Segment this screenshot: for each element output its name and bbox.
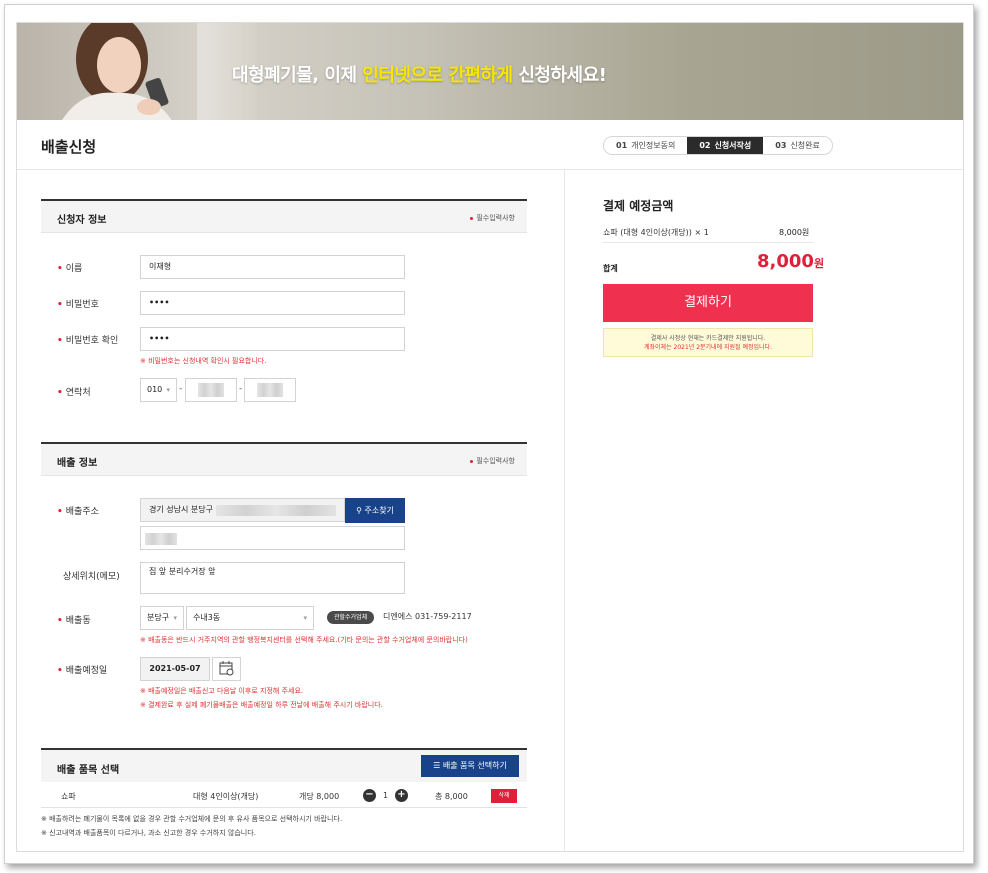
password-confirm-input[interactable]: •••• xyxy=(140,327,405,351)
chevron-down-icon: ▾ xyxy=(173,614,177,622)
address-input[interactable]: 경기 성남시 분당구 xyxy=(140,498,345,522)
page-title: 배출신청 xyxy=(41,138,97,156)
address-search-button[interactable]: ⚲ 주소찾기 xyxy=(345,498,405,523)
date-input[interactable]: 2021-05-07 xyxy=(140,657,210,681)
delete-item-button[interactable]: 삭제 xyxy=(491,789,517,803)
section-title: 신청자 정보 xyxy=(57,215,107,226)
column-divider xyxy=(564,170,565,851)
step-indicator: 01 개인정보동의 02 신청서작성 03 신청완료 xyxy=(603,136,833,155)
decrease-quantity-button[interactable]: − xyxy=(363,789,376,802)
items-note-2: ※ 신고내역과 배출품목이 다르거나, 과소 신고한 경우 수거하지 않습니다. xyxy=(41,829,256,837)
blurred-text xyxy=(145,533,177,545)
required-note: 필수입력사항 xyxy=(470,213,515,223)
name-input[interactable]: 이재형 xyxy=(140,255,405,279)
payment-item-price: 8,000원 xyxy=(779,228,810,237)
calendar-button[interactable] xyxy=(212,657,241,681)
item-spec: 대형 4인이상(개당) xyxy=(193,792,259,801)
increase-quantity-button[interactable]: + xyxy=(395,789,408,802)
item-row: 쇼파 대형 4인이상(개당) 개당 8,000 − 1 + 총 8,000 삭제 xyxy=(41,784,527,808)
hero-banner: 대형폐기물, 이제 인터넷으로 간편하게 신청하세요! xyxy=(17,23,963,120)
woman-with-phone-image xyxy=(62,23,172,120)
banner-headline-highlight: 인터넷으로 간편하게 xyxy=(362,65,513,86)
address-label: • 배출주소 xyxy=(57,507,99,517)
name-label: • 이름 xyxy=(57,264,83,274)
collector-badge: 관할수거업체 xyxy=(327,611,375,624)
phone-middle-input[interactable] xyxy=(185,378,237,402)
total-amount: 8,000원 xyxy=(757,251,825,272)
payment-note: 결제사 사정상 현재는 카드결제만 지원됩니다. 계좌이체는 2021년 2분기… xyxy=(603,328,813,357)
chevron-down-icon: ▾ xyxy=(303,614,307,622)
phone-dash: - xyxy=(239,384,243,394)
step-3: 03 신청완료 xyxy=(763,137,832,154)
payment-item-desc: 쇼파 (대형 4인이상(개당)) × 1 xyxy=(603,228,709,237)
step-2-active: 02 신청서작성 xyxy=(687,137,764,154)
memo-textarea[interactable]: 집 앞 분리수거장 앞 xyxy=(140,562,405,594)
phone-last-input[interactable] xyxy=(244,378,296,402)
item-name: 쇼파 xyxy=(61,792,76,801)
required-note: 필수입력사항 xyxy=(470,456,515,466)
item-quantity: 1 xyxy=(383,791,389,800)
disposal-section-header: 배출 정보 필수입력사항 xyxy=(41,442,527,476)
banner-headline: 대형폐기물, 이제 인터넷으로 간편하게 신청하세요! xyxy=(232,65,607,86)
dong-label: • 배출동 xyxy=(57,616,91,626)
password-confirm-label: • 비밀번호 확인 xyxy=(57,336,119,346)
total-label: 합계 xyxy=(603,264,618,273)
payment-title: 결제 예정금액 xyxy=(603,199,674,213)
date-note-1: ※ 배출예정일은 배출신고 다음날 이후로 지정해 주세요. xyxy=(140,687,304,695)
section-title: 배출 정보 xyxy=(57,458,98,469)
browser-frame: 대형폐기물, 이제 인터넷으로 간편하게 신청하세요! 배출신청 01 개인정보동… xyxy=(4,4,974,864)
applicant-section-header: 신청자 정보 필수입력사항 xyxy=(41,199,527,233)
items-note-1: ※ 배출하려는 폐기물이 목록에 없을 경우 관할 수거업체에 문의 후 유사 … xyxy=(41,815,343,823)
select-items-button[interactable]: ☰ 배출 품목 선택하기 xyxy=(421,755,519,777)
date-note-2: ※ 결제완료 후 실제 폐기물배출은 배출예정일 하루 전날에 배출해 주시기 … xyxy=(140,701,383,709)
memo-label: 상세위치(메모) xyxy=(63,572,120,582)
page-container: 대형폐기물, 이제 인터넷으로 간편하게 신청하세요! 배출신청 01 개인정보동… xyxy=(16,22,964,852)
chevron-down-icon: ▾ xyxy=(166,386,170,394)
divider xyxy=(603,242,813,243)
phone-label: • 연락처 xyxy=(57,388,91,398)
password-note: ※ 비밀번호는 신청내역 확인시 필요합니다. xyxy=(140,357,267,365)
item-total: 총 8,000 xyxy=(435,792,468,801)
dong-select[interactable]: 수내3동 ▾ xyxy=(186,606,314,630)
blurred-text xyxy=(198,383,224,397)
phone-prefix-select[interactable]: 010 ▾ xyxy=(140,378,177,402)
gu-select[interactable]: 분당구 ▾ xyxy=(140,606,184,630)
calendar-icon xyxy=(219,661,234,676)
item-unit-price: 개당 8,000 xyxy=(299,792,340,801)
section-title: 배출 품목 선택 xyxy=(57,765,120,776)
address-detail-input[interactable] xyxy=(140,526,405,550)
phone-dash: - xyxy=(179,384,183,394)
list-icon: ☰ xyxy=(433,761,443,770)
collector-info: 디엔에스 031-759-2117 xyxy=(383,612,472,621)
blurred-text xyxy=(216,505,336,516)
page-header: 배출신청 01 개인정보동의 02 신청서작성 03 신청완료 xyxy=(17,120,963,170)
pay-button[interactable]: 결제하기 xyxy=(603,284,813,322)
date-label: • 배출예정일 xyxy=(57,666,108,676)
password-input[interactable]: •••• xyxy=(140,291,405,315)
step-1: 01 개인정보동의 xyxy=(604,137,688,154)
items-section-header: 배출 품목 선택 ☰ 배출 품목 선택하기 xyxy=(41,748,527,782)
blurred-text xyxy=(257,383,283,397)
password-label: • 비밀번호 xyxy=(57,300,99,310)
dong-note: ※ 배출동은 반드시 거주지역의 관할 행정복지센터를 선택해 주세요.(기타 … xyxy=(140,636,468,644)
